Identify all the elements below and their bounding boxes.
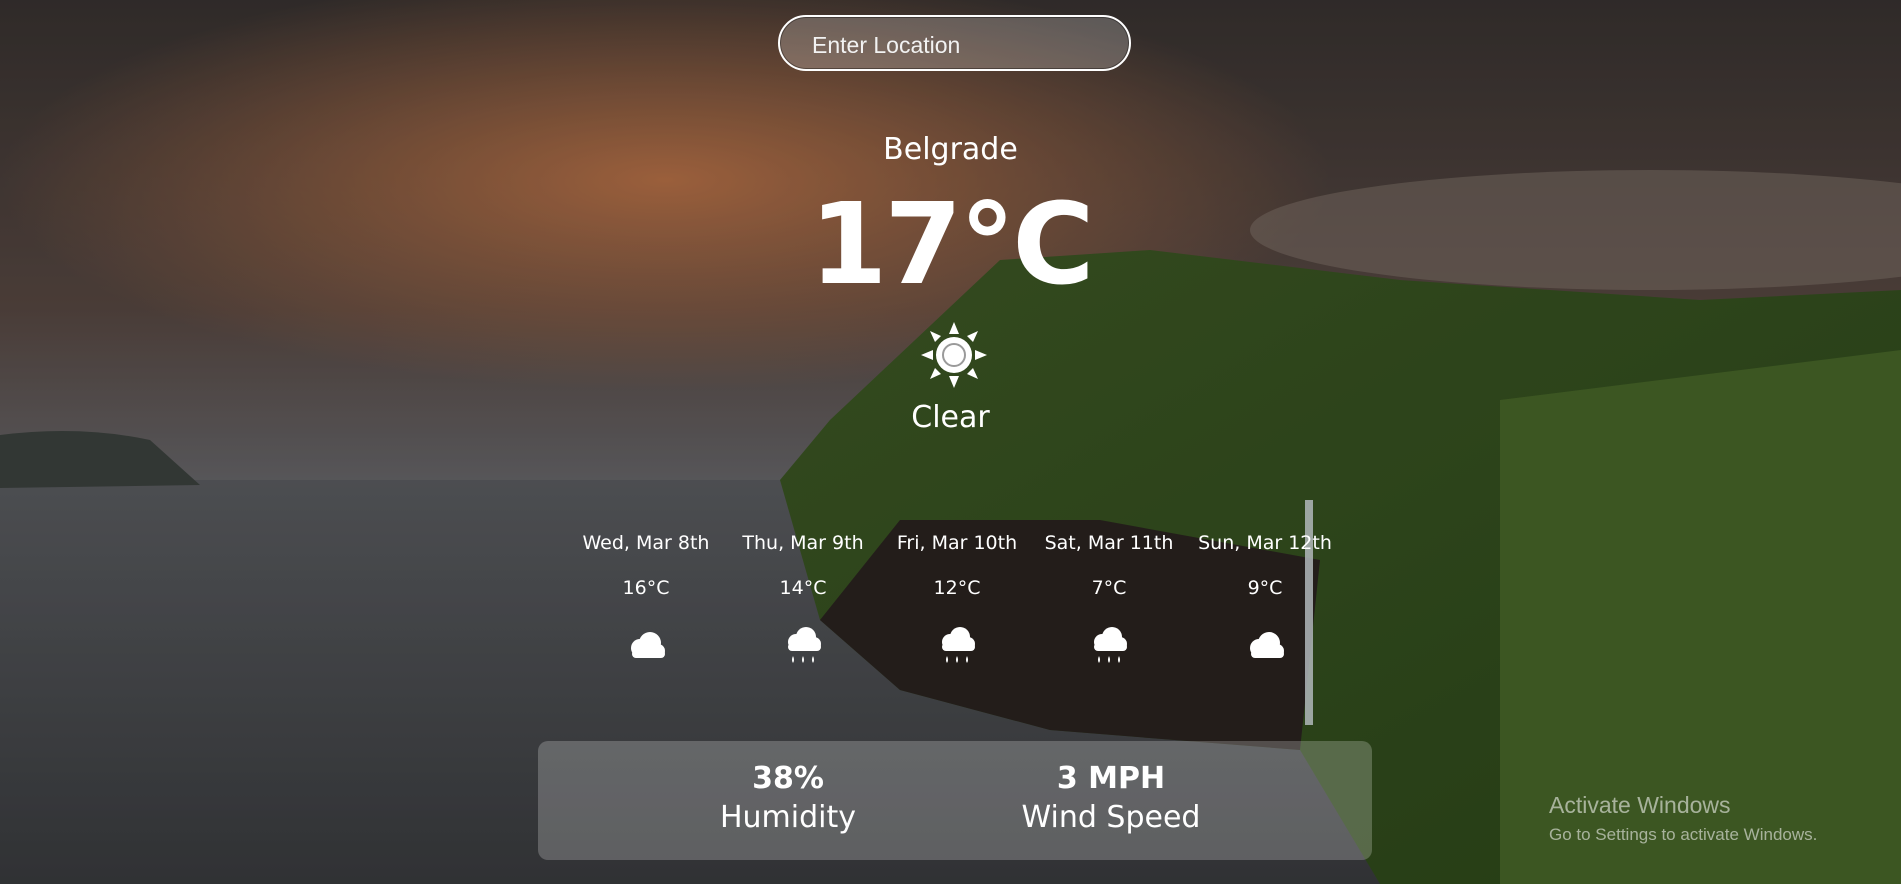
current-condition: Clear bbox=[911, 400, 990, 435]
humidity-value: 38% bbox=[752, 761, 824, 796]
city-name: Belgrade bbox=[883, 132, 1018, 167]
humidity-label: Humidity bbox=[719, 800, 857, 835]
forecast-temp: 7°C bbox=[1091, 577, 1127, 599]
weather-stats-panel: 38% Humidity 3 MPH Wind Speed bbox=[538, 741, 1372, 860]
watermark-title: Activate Windows bbox=[1549, 792, 1731, 818]
activate-windows-watermark: Activate Windows Go to Settings to activ… bbox=[1549, 792, 1817, 845]
forecast-temp: 12°C bbox=[933, 577, 981, 599]
wind-speed-value: 3 MPH bbox=[1056, 761, 1166, 796]
humidity-stat: 38% Humidity bbox=[678, 761, 898, 835]
location-search-box[interactable] bbox=[778, 15, 1131, 71]
forecast-date: Thu, Mar 9th bbox=[742, 532, 864, 554]
wind-speed-stat: 3 MPH Wind Speed bbox=[981, 761, 1241, 835]
forecast-date: Sat, Mar 11th bbox=[1044, 532, 1174, 554]
forecast-temp: 9°C bbox=[1247, 577, 1283, 599]
forecast-temp: 16°C bbox=[622, 577, 670, 599]
forecast-temp: 14°C bbox=[779, 577, 827, 599]
sun-icon bbox=[921, 322, 987, 388]
cloud-icon bbox=[624, 624, 668, 668]
cloud-icon bbox=[1243, 624, 1287, 668]
forecast-row: Wed, Mar 8th 16°C Thu, Mar 9th 14°C Fri,… bbox=[0, 532, 1901, 672]
current-temperature: 17°C bbox=[809, 180, 1094, 310]
watermark-subtitle: Go to Settings to activate Windows. bbox=[1549, 825, 1818, 844]
forecast-date: Fri, Mar 10th bbox=[896, 532, 1018, 554]
rain-cloud-icon bbox=[781, 624, 825, 668]
wind-speed-label: Wind Speed bbox=[1021, 800, 1201, 835]
forecast-date: Sun, Mar 12th bbox=[1198, 532, 1332, 554]
forecast-date: Wed, Mar 8th bbox=[582, 532, 710, 554]
rain-cloud-icon bbox=[1087, 624, 1131, 668]
location-search-input[interactable] bbox=[810, 29, 1114, 61]
rain-cloud-icon bbox=[935, 624, 979, 668]
